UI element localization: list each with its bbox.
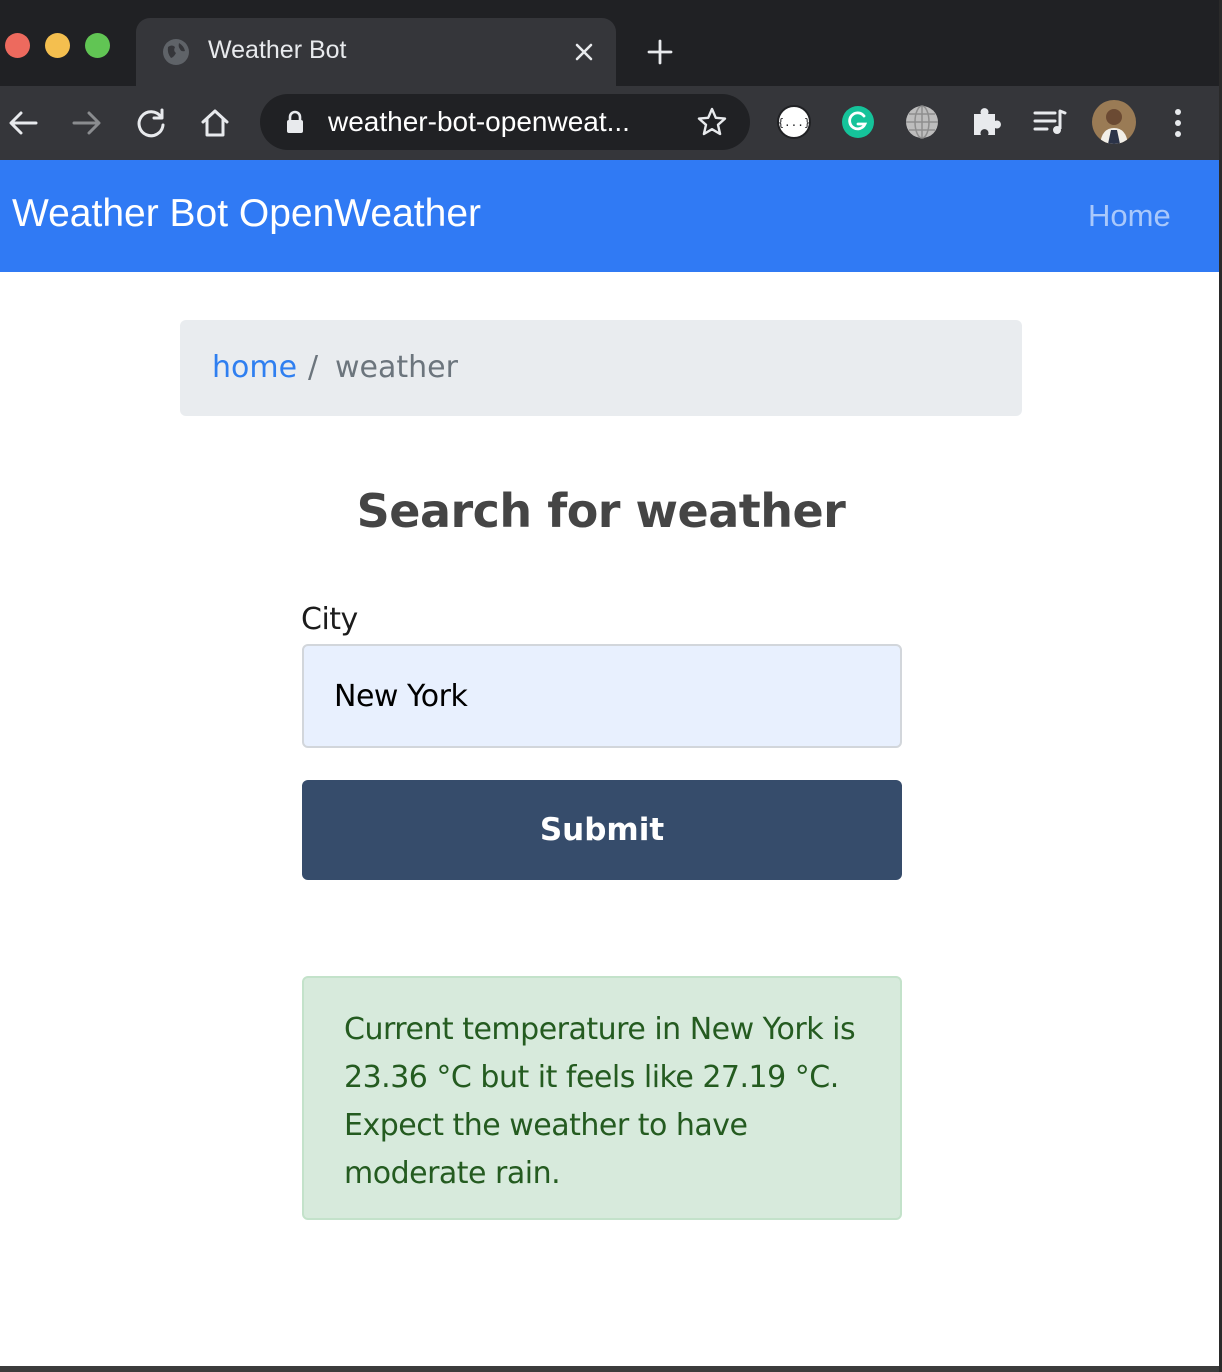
json-extension-icon[interactable]: {...} bbox=[776, 104, 812, 140]
browser-window: Weather Bot weather-bot-openweat... {...… bbox=[0, 0, 1222, 1372]
address-bar[interactable]: weather-bot-openweat... bbox=[260, 94, 750, 150]
lock-icon[interactable] bbox=[284, 110, 306, 134]
kebab-menu-icon[interactable] bbox=[1164, 106, 1192, 140]
site-navbar: Weather Bot OpenWeather Home bbox=[0, 160, 1222, 272]
browser-tab-active[interactable]: Weather Bot bbox=[136, 18, 616, 86]
city-label: City bbox=[301, 602, 358, 637]
breadcrumb-home-link[interactable]: home bbox=[212, 350, 297, 385]
breadcrumb: home / weather bbox=[180, 320, 1022, 416]
window-bottom-edge bbox=[0, 1366, 1222, 1372]
zoom-window-button[interactable] bbox=[85, 33, 110, 58]
submit-button[interactable]: Submit bbox=[302, 780, 902, 880]
reload-icon[interactable] bbox=[134, 106, 168, 140]
media-playlist-icon[interactable] bbox=[1032, 104, 1068, 140]
grammarly-icon[interactable] bbox=[840, 104, 876, 140]
bookmark-star-icon[interactable] bbox=[696, 106, 728, 138]
globe-favicon-icon bbox=[163, 39, 189, 65]
forward-icon[interactable] bbox=[70, 106, 104, 140]
city-input[interactable] bbox=[302, 644, 902, 748]
back-icon[interactable] bbox=[6, 106, 40, 140]
new-tab-icon[interactable] bbox=[646, 38, 674, 66]
close-window-button[interactable] bbox=[5, 33, 30, 58]
page-heading: Search for weather bbox=[356, 484, 846, 538]
globe-extension-icon[interactable] bbox=[904, 104, 940, 140]
close-tab-icon[interactable] bbox=[572, 40, 596, 64]
profile-avatar[interactable] bbox=[1092, 100, 1136, 144]
weather-result-alert: Current temperature in New York is 23.36… bbox=[302, 976, 902, 1220]
nav-link-home[interactable]: Home bbox=[1088, 198, 1171, 234]
tab-title: Weather Bot bbox=[208, 36, 347, 64]
navbar-brand[interactable]: Weather Bot OpenWeather bbox=[12, 192, 481, 236]
svg-text:{...}: {...} bbox=[777, 116, 810, 129]
puzzle-icon[interactable] bbox=[968, 104, 1004, 140]
tab-strip: Weather Bot bbox=[0, 0, 1222, 86]
browser-toolbar: weather-bot-openweat... {...} bbox=[0, 86, 1222, 160]
breadcrumb-separator: / bbox=[308, 350, 319, 385]
home-icon[interactable] bbox=[198, 106, 232, 140]
url-text[interactable]: weather-bot-openweat... bbox=[328, 106, 678, 138]
avatar-image bbox=[1092, 100, 1136, 144]
minimize-window-button[interactable] bbox=[45, 33, 70, 58]
breadcrumb-current: weather bbox=[335, 350, 458, 385]
